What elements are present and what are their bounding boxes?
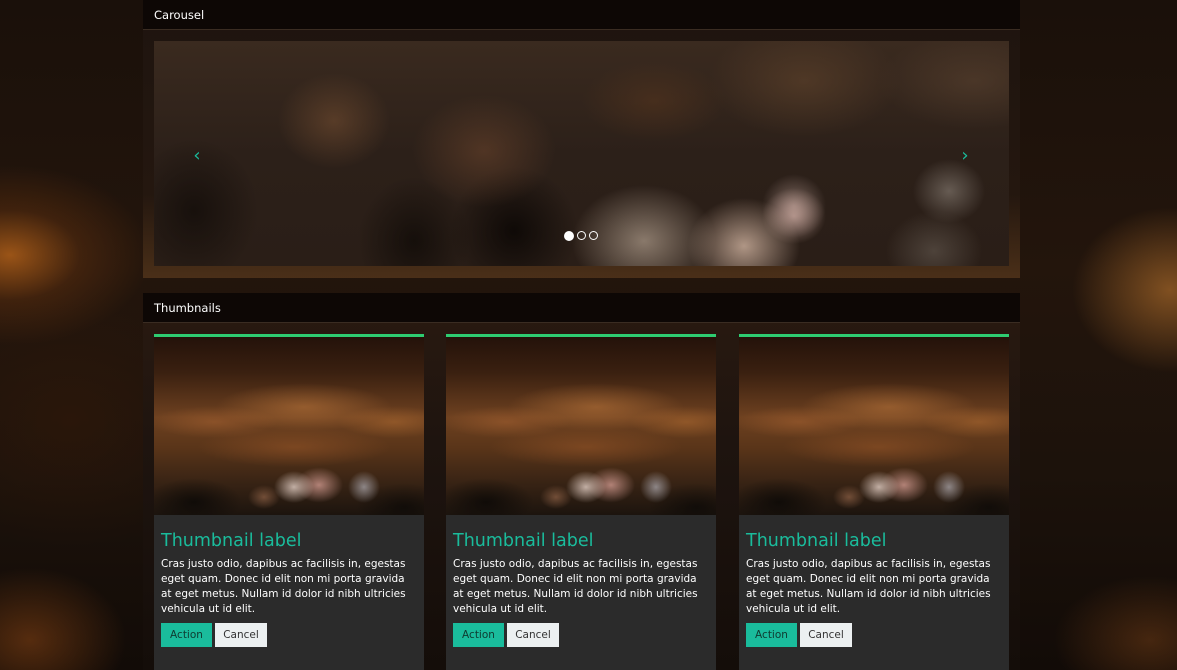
carousel[interactable]: ‹ › [154, 41, 1009, 266]
cancel-button[interactable]: Cancel [800, 623, 852, 647]
thumbnail-title: Thumbnail label [746, 531, 887, 551]
cancel-button[interactable]: Cancel [507, 623, 559, 647]
thumbnails-panel-heading: Thumbnails [143, 293, 1020, 323]
carousel-indicator-2[interactable] [577, 231, 586, 240]
thumbnail-buttons: Action Cancel [746, 623, 1002, 647]
carousel-indicator-1[interactable] [564, 231, 574, 241]
carousel-indicators [564, 231, 598, 241]
thumbnail-text: Cras justo odio, dapibus ac facilisis in… [453, 558, 698, 615]
action-button[interactable]: Action [161, 623, 212, 647]
thumbnail-card: Thumbnail label Cras justo odio, dapibus… [154, 334, 424, 670]
page-container: Carousel ‹ › Thumbnails Thumbnail label … [143, 0, 1020, 670]
thumbnail-image[interactable] [154, 334, 424, 515]
thumbnail-text: Cras justo odio, dapibus ac facilisis in… [746, 558, 991, 615]
thumbnail-buttons: Action Cancel [161, 623, 417, 647]
carousel-panel-heading: Carousel [143, 0, 1020, 30]
carousel-panel: Carousel ‹ › [143, 0, 1020, 278]
thumbnail-caption: Thumbnail label Cras justo odio, dapibus… [446, 515, 716, 647]
thumbnail-buttons: Action Cancel [453, 623, 709, 647]
cancel-button[interactable]: Cancel [215, 623, 267, 647]
thumbnail-card: Thumbnail label Cras justo odio, dapibus… [739, 334, 1009, 670]
carousel-next-icon[interactable]: › [955, 146, 975, 166]
thumbnail-card: Thumbnail label Cras justo odio, dapibus… [446, 334, 716, 670]
thumbnail-text: Cras justo odio, dapibus ac facilisis in… [161, 558, 406, 615]
thumbnail-caption: Thumbnail label Cras justo odio, dapibus… [154, 515, 424, 647]
carousel-indicator-3[interactable] [589, 231, 598, 240]
carousel-prev-icon[interactable]: ‹ [187, 146, 207, 166]
thumbnail-title: Thumbnail label [453, 531, 594, 551]
thumbnail-caption: Thumbnail label Cras justo odio, dapibus… [739, 515, 1009, 647]
action-button[interactable]: Action [453, 623, 504, 647]
thumbnail-image[interactable] [446, 334, 716, 515]
thumbnail-image[interactable] [739, 334, 1009, 515]
thumbnail-title: Thumbnail label [161, 531, 302, 551]
action-button[interactable]: Action [746, 623, 797, 647]
